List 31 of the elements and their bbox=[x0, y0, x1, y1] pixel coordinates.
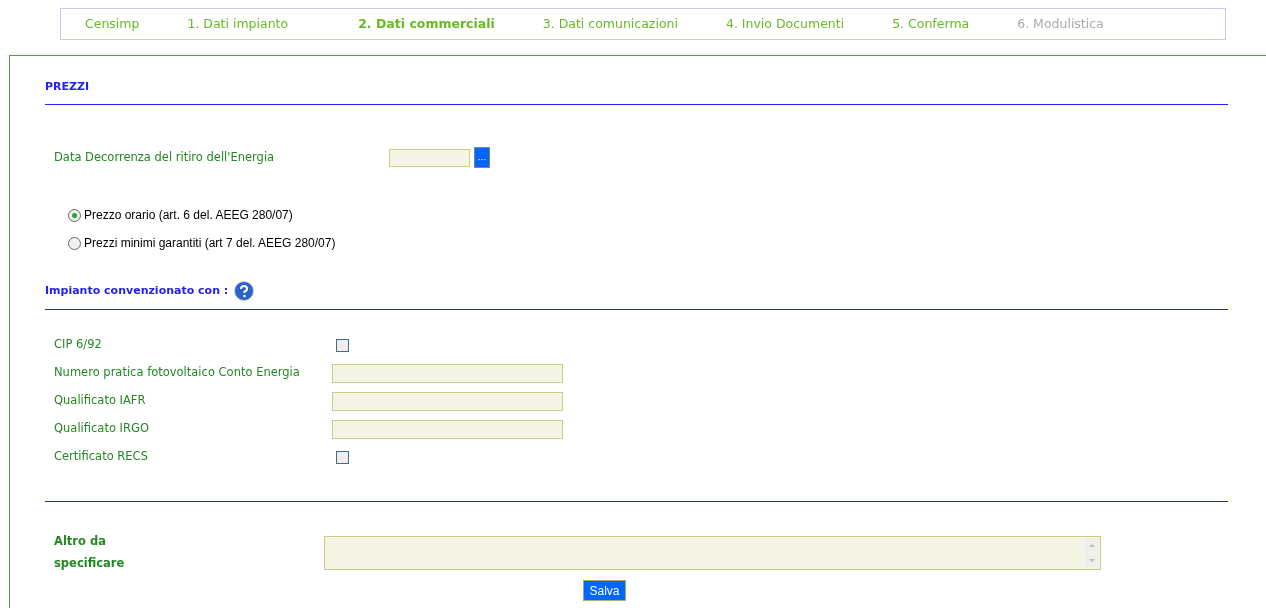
text-field[interactable] bbox=[332, 419, 563, 439]
field-label: Certificato RECS bbox=[54, 448, 149, 466]
step-tab[interactable]: 1. Dati impianto bbox=[187, 14, 289, 34]
text-field[interactable] bbox=[332, 363, 563, 383]
scroll-down-icon[interactable] bbox=[1085, 553, 1099, 567]
field-label: CIP 6/92 bbox=[54, 336, 103, 354]
step-tab[interactable]: 4. Invio Documenti bbox=[725, 14, 845, 34]
date-picker-button[interactable]: ... bbox=[474, 147, 490, 168]
step-tab[interactable]: 5. Conferma bbox=[892, 14, 970, 34]
radio-label: Prezzo orario (art. 6 del. AEEG 280/07) bbox=[84, 207, 293, 224]
radio-button[interactable] bbox=[68, 208, 81, 222]
help-icon[interactable] bbox=[234, 281, 255, 301]
step-tab[interactable]: 3. Dati comunicazioni bbox=[542, 14, 678, 34]
checkbox[interactable] bbox=[336, 338, 349, 352]
step-tab[interactable]: Censimp bbox=[85, 14, 140, 34]
field-label: Data Decorrenza del ritiro dell'Energia bbox=[54, 148, 276, 166]
field-label: Qualificato IAFR bbox=[54, 392, 147, 410]
radio-label: Prezzi minimi garantiti (art 7 del. AEEG 280/07) bbox=[84, 235, 336, 252]
notes-textarea[interactable] bbox=[324, 536, 1101, 570]
section-title: PREZZI bbox=[45, 79, 90, 95]
checkbox[interactable] bbox=[336, 450, 349, 464]
field-label: Qualificato IRGO bbox=[54, 420, 150, 438]
scroll-up-icon[interactable] bbox=[1085, 538, 1099, 552]
date-field[interactable] bbox=[389, 148, 470, 167]
section-title: Impianto convenzionato con : bbox=[45, 282, 229, 299]
field-label: Altro da specificare bbox=[54, 533, 126, 572]
field-label: Numero pratica fotovoltaico Conto Energia bbox=[54, 364, 301, 382]
radio-button[interactable] bbox=[68, 236, 81, 250]
save-button[interactable]: Salva bbox=[583, 580, 626, 601]
text-field[interactable] bbox=[332, 391, 563, 411]
step-tab[interactable]: 2. Dati commerciali bbox=[358, 14, 495, 34]
